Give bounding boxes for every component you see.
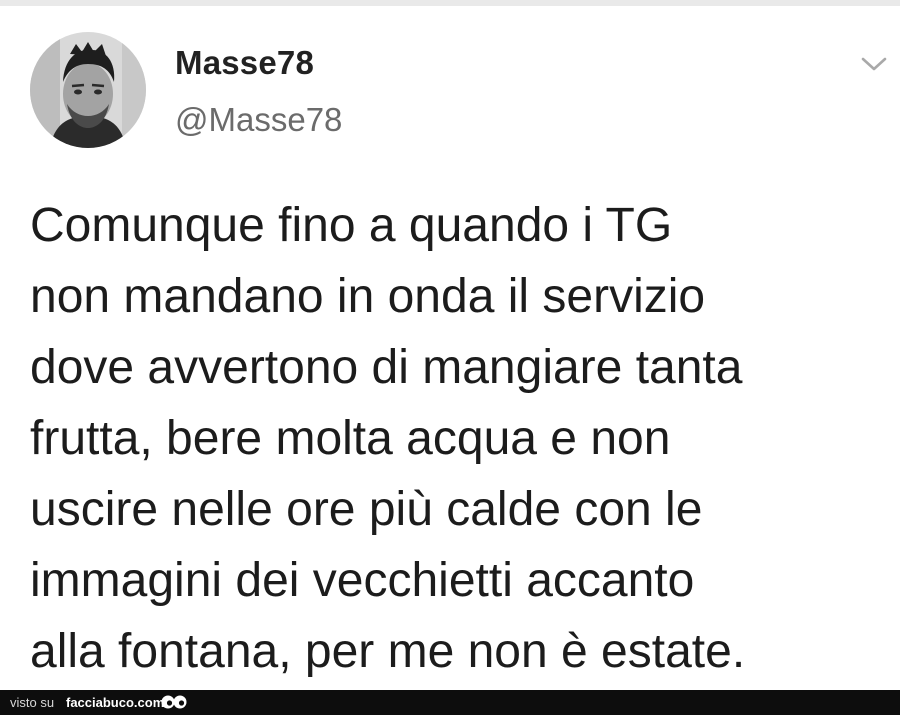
tweet-text: Comunque fino a quando i TG non mandano … — [30, 199, 746, 678]
watermark-footer: visto su facciabuco.com — [0, 690, 900, 715]
top-divider — [0, 0, 900, 6]
tweet-screenshot: Masse78 @Masse78 Comunque fino a quando … — [0, 0, 900, 715]
chevron-down-icon[interactable] — [858, 52, 890, 76]
avatar-photo — [30, 32, 146, 148]
site-name: facciabuco.com — [66, 695, 165, 710]
visto-label: visto su — [10, 695, 55, 710]
display-name[interactable]: Masse78 — [175, 44, 314, 82]
user-handle[interactable]: @Masse78 — [175, 101, 342, 139]
eyes-icon — [161, 695, 187, 709]
avatar[interactable] — [30, 32, 146, 148]
